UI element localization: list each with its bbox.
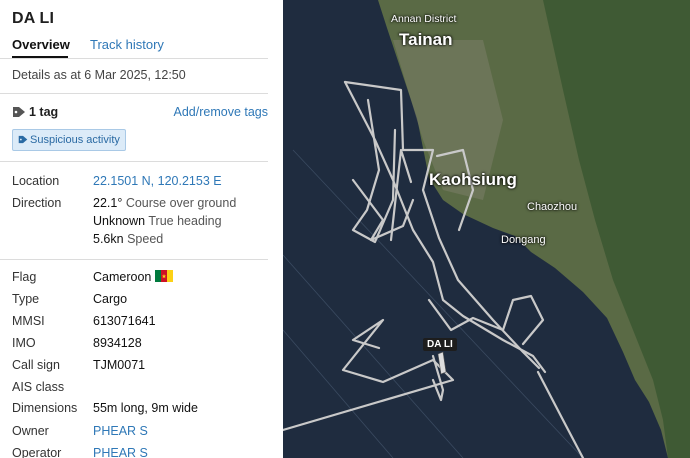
tag-chip-label: Suspicious activity — [30, 134, 120, 146]
operator-label: Operator — [12, 446, 62, 458]
map-label-kaohsiung: Kaohsiung — [429, 170, 517, 189]
type-label: Type — [12, 292, 40, 306]
course-value: 22.1° Course over ground — [93, 196, 236, 210]
flag-country: Cameroon — [93, 270, 152, 284]
mmsi-label: MMSI — [12, 314, 45, 328]
imo-label: IMO — [12, 336, 36, 350]
divider — [0, 259, 268, 260]
divider — [0, 161, 268, 162]
speed-number: 5.6kn — [93, 232, 124, 246]
course-number: 22.1° — [93, 196, 123, 210]
speed-note: Speed — [127, 232, 164, 246]
divider — [0, 58, 268, 59]
cameroon-flag-icon — [155, 270, 174, 282]
tab-track-history[interactable]: Track history — [90, 37, 164, 52]
ais-class-label: AIS class — [12, 380, 65, 394]
course-note: Course over ground — [125, 196, 237, 210]
map-canvas — [283, 0, 690, 458]
divider — [0, 93, 268, 94]
dimensions-value: 55m long, 9m wide — [93, 401, 198, 415]
call-sign-label: Call sign — [12, 358, 60, 372]
map-label-chaozhou: Chaozhou — [527, 201, 578, 213]
vessel-name: DA LI — [12, 10, 55, 27]
location-label: Location — [12, 174, 60, 188]
dimensions-label: Dimensions — [12, 401, 78, 415]
heading-note: True heading — [148, 214, 222, 228]
direction-label: Direction — [12, 196, 62, 210]
flag-label: Flag — [12, 270, 37, 284]
vessel-details-panel: DA LI Overview Track history Details as … — [0, 0, 283, 458]
tag-chip-suspicious-activity[interactable]: Suspicious activity — [12, 129, 126, 151]
tag-icon — [18, 135, 28, 144]
heading-value: Unknown True heading — [93, 214, 222, 228]
location-link[interactable]: 22.1501 N, 120.2153 E — [93, 174, 222, 188]
details-timestamp: Details as at 6 Mar 2025, 12:50 — [12, 68, 186, 82]
flag-value: Cameroon — [93, 270, 174, 284]
satellite-map[interactable]: Annan District Tainan Kaohsiung Chaozhou… — [283, 0, 690, 458]
call-sign-value: TJM0071 — [93, 358, 146, 372]
owner-label: Owner — [12, 424, 49, 438]
vessel-map-label[interactable]: DA LI — [423, 338, 457, 351]
speed-value: 5.6kn Speed — [93, 232, 163, 246]
heading-number: Unknown — [93, 214, 146, 228]
tag-count: 1 tag — [29, 105, 59, 119]
operator-link[interactable]: PHEAR S — [93, 446, 148, 458]
tag-icon — [13, 107, 25, 117]
owner-link[interactable]: PHEAR S — [93, 424, 148, 438]
imo-value: 8934128 — [93, 336, 142, 350]
mmsi-value: 613071641 — [93, 314, 156, 328]
tab-overview[interactable]: Overview — [12, 37, 70, 52]
type-value: Cargo — [93, 292, 128, 306]
map-label-tainan: Tainan — [399, 30, 453, 49]
add-remove-tags-link[interactable]: Add/remove tags — [174, 105, 269, 119]
map-label-annan-district: Annan District — [391, 13, 457, 25]
map-label-dongang: Dongang — [501, 234, 546, 246]
